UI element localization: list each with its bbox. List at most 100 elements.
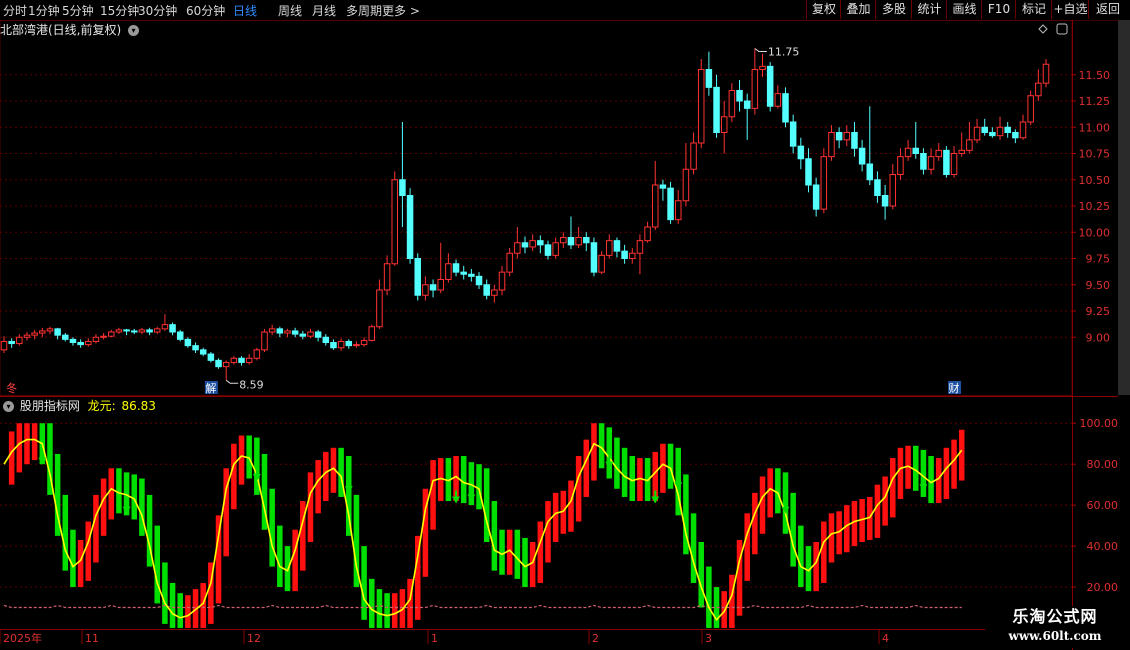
candle-body — [759, 65, 766, 70]
indicator-bar — [935, 458, 942, 504]
candle-body — [927, 156, 935, 170]
indicator-bar — [162, 562, 168, 624]
main-panel-frame — [0, 20, 1073, 396]
candle-body — [31, 332, 38, 336]
diamond-icon — [1038, 24, 1048, 34]
candle-body — [1042, 63, 1050, 84]
indicator-tick-label: 60.00 — [1087, 499, 1119, 512]
watermark-url: www.60lt.com — [1008, 629, 1102, 643]
candle-body — [284, 330, 291, 334]
candle-body — [39, 330, 46, 334]
indicator-baseline — [3, 604, 962, 609]
indicator-bar — [85, 521, 92, 581]
candle-body — [399, 179, 406, 196]
candle-body — [858, 147, 866, 165]
time-axis-label: 12 — [247, 632, 261, 645]
candle-body — [253, 349, 261, 359]
candle-body — [460, 271, 467, 275]
candle-body — [130, 330, 138, 333]
candle-body — [674, 200, 682, 221]
candle-body — [751, 69, 759, 109]
time-axis-label: 11 — [85, 632, 99, 645]
candle-body — [682, 168, 690, 202]
indicator-bar — [499, 529, 505, 575]
event-marker-right: 财 — [949, 381, 960, 395]
indicator-bar — [591, 423, 597, 481]
indicator-bar — [307, 472, 314, 542]
candle-body — [1012, 132, 1019, 139]
indicator-bar — [744, 513, 750, 581]
candle-body — [169, 324, 176, 333]
candle-body — [16, 336, 23, 345]
indicator-bar — [897, 447, 904, 499]
indicator-bar — [629, 456, 636, 502]
candle-body — [184, 338, 192, 347]
candle-body — [498, 271, 506, 291]
high-price-label: 11.75 — [768, 46, 800, 59]
candle-body — [138, 329, 146, 333]
candle-body — [123, 329, 130, 332]
indicator-bar — [376, 589, 383, 628]
price-tick-label: 10.75 — [1079, 148, 1111, 161]
candle-body — [544, 244, 552, 256]
indicator-bar — [231, 443, 237, 510]
candle-body — [0, 340, 8, 351]
candle-body — [567, 237, 575, 246]
indicator-bar — [943, 447, 950, 499]
candle-body — [345, 340, 353, 347]
candle-body — [146, 329, 153, 333]
indicator-bar — [269, 488, 275, 567]
price-tick-label: 9.75 — [1086, 253, 1111, 266]
candle-body — [606, 240, 613, 256]
candle-body — [437, 279, 444, 291]
indicator-bar — [154, 525, 160, 604]
candle-body — [552, 242, 559, 256]
stock-chart[interactable]: 11.50 11.25 11.00 10.75 10.50 10.25 10.00 9.75 9… — [0, 0, 1130, 650]
indicator-bar — [660, 443, 666, 493]
candle-body — [989, 132, 996, 137]
sell-arrow-icon — [452, 490, 461, 504]
indicator-bar — [851, 501, 858, 547]
candle-body — [920, 153, 927, 170]
indicator-bar — [391, 593, 398, 628]
candle-body — [314, 331, 322, 338]
candle-body — [406, 195, 414, 259]
indicator-bar — [798, 525, 804, 588]
candle-body — [943, 149, 950, 176]
candle-body — [422, 284, 429, 296]
indicator-bar — [821, 521, 827, 583]
candle-body — [843, 132, 851, 141]
candle-body — [644, 226, 651, 242]
candle-body — [46, 328, 54, 332]
candle-body — [62, 334, 69, 340]
indicator-bar — [100, 478, 107, 536]
candle-body — [805, 158, 812, 186]
candle-body — [521, 242, 529, 248]
candle-body — [590, 242, 598, 273]
indicator-bar — [116, 468, 122, 514]
indicator-bar — [890, 458, 896, 518]
indicator-bar — [583, 439, 590, 497]
candle-body — [353, 344, 360, 347]
price-tick-label: 10.00 — [1079, 226, 1111, 239]
candle-body — [491, 289, 498, 296]
candle-body — [506, 252, 513, 273]
sell-arrow-icon — [605, 455, 614, 469]
high-label-pointer — [754, 48, 767, 52]
indicator-bar — [139, 478, 145, 536]
indicator-bar — [169, 582, 176, 628]
candle-body — [912, 147, 920, 154]
candle-body — [958, 149, 965, 155]
candle-body — [391, 179, 399, 265]
candle-body — [215, 359, 222, 368]
time-axis-label: 3 — [705, 632, 712, 645]
candle-body — [230, 357, 238, 363]
candle-body — [368, 326, 376, 341]
event-marker-mid: 解 — [205, 381, 216, 395]
candle-body — [690, 142, 697, 170]
candle-body — [330, 342, 337, 349]
candle-body — [245, 357, 253, 363]
candle-body — [1004, 126, 1011, 133]
candle-body — [8, 340, 15, 345]
candle-body — [100, 335, 107, 338]
